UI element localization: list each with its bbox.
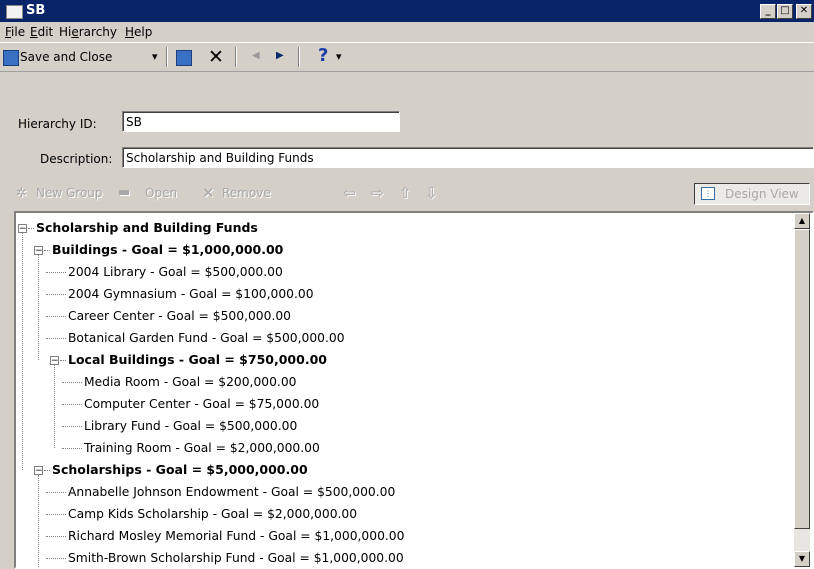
- vertical-scrollbar[interactable]: ▲ ▼: [794, 213, 810, 567]
- tree-collapse-toggle[interactable]: −: [18, 224, 27, 234]
- hierarchy-id-label: Hierarchy ID:: [18, 117, 97, 131]
- tree-connector: [44, 470, 50, 471]
- menu-bar: File Edit Hierarchy Help: [0, 22, 814, 43]
- tree-node[interactable]: Buildings - Goal = $1,000,000.00: [52, 239, 283, 261]
- remove-icon: ✕: [202, 184, 215, 202]
- tree-connector: [60, 360, 66, 361]
- delete-button[interactable]: ✕: [208, 46, 224, 68]
- toolbar-separator: [166, 47, 168, 67]
- tree-connector: [46, 316, 66, 317]
- tree-guide-line: [54, 365, 55, 448]
- tree-connector: [46, 338, 66, 339]
- tree-node[interactable]: Training Room - Goal = $2,000,000.00: [84, 437, 320, 459]
- tree-collapse-toggle[interactable]: −: [50, 356, 59, 366]
- design-view-label: Design View: [725, 187, 799, 201]
- tree-node[interactable]: Annabelle Johnson Endowment - Goal = $50…: [68, 481, 395, 503]
- hierarchy-id-field[interactable]: SB: [122, 111, 400, 132]
- tree-node[interactable]: Computer Center - Goal = $75,000.00: [84, 393, 319, 415]
- help-dropdown-arrow[interactable]: ▾: [336, 50, 342, 63]
- tree-guide-line: [38, 255, 39, 360]
- tree-connector: [46, 536, 66, 537]
- toolbar-separator: [298, 47, 300, 67]
- group-toolbar: ✲ New Group ▬ Open ✕ Remove ⇦ ⇨ ⇧ ⇩: [0, 180, 814, 208]
- help-button[interactable]: ?: [318, 45, 328, 66]
- tree-connector: [46, 514, 66, 515]
- tree-node[interactable]: Smith-Brown Scholarship Fund - Goal = $1…: [68, 547, 404, 567]
- menu-help[interactable]: Help: [125, 25, 152, 39]
- tree-connector: [46, 558, 66, 559]
- maximize-button[interactable]: □: [777, 4, 793, 19]
- move-down-button[interactable]: ⇩: [425, 184, 438, 202]
- title-bar: SB _ □ ✕: [0, 0, 814, 22]
- tree-node[interactable]: Local Buildings - Goal = $750,000.00: [68, 349, 327, 371]
- toolbar-separator: [235, 47, 237, 67]
- tree-node[interactable]: 2004 Library - Goal = $500,000.00: [68, 261, 283, 283]
- design-view-button[interactable]: ⋮ Design View: [694, 183, 810, 205]
- tree-node[interactable]: Camp Kids Scholarship - Goal = $2,000,00…: [68, 503, 357, 525]
- tree-node[interactable]: Scholarships - Goal = $5,000,000.00: [52, 459, 308, 481]
- tree-node[interactable]: Richard Mosley Memorial Fund - Goal = $1…: [68, 525, 404, 547]
- tree-node[interactable]: Media Room - Goal = $200,000.00: [84, 371, 296, 393]
- open-button[interactable]: Open: [145, 186, 177, 200]
- next-record-button[interactable]: ▶: [276, 50, 284, 61]
- scroll-down-button[interactable]: ▼: [794, 551, 810, 567]
- tree-connector: [46, 294, 66, 295]
- scroll-up-button[interactable]: ▲: [794, 213, 810, 229]
- tree-connector: [46, 272, 66, 273]
- move-left-button[interactable]: ⇦: [343, 184, 356, 202]
- minimize-button[interactable]: _: [760, 4, 776, 19]
- tree-collapse-toggle[interactable]: −: [34, 466, 43, 476]
- scroll-thumb[interactable]: [794, 229, 810, 529]
- remove-button[interactable]: Remove: [222, 186, 271, 200]
- tree-connector: [46, 492, 66, 493]
- new-group-icon: ✲: [16, 186, 27, 201]
- open-folder-icon: ▬: [118, 185, 131, 200]
- menu-file[interactable]: File: [5, 25, 25, 39]
- menu-edit[interactable]: Edit: [30, 25, 53, 39]
- design-view-icon: ⋮: [701, 187, 715, 200]
- tree-node[interactable]: Career Center - Goal = $500,000.00: [68, 305, 291, 327]
- tree-connector: [28, 228, 34, 229]
- close-window-button[interactable]: ✕: [796, 4, 812, 19]
- tree-collapse-toggle[interactable]: −: [34, 246, 43, 256]
- tree-node[interactable]: 2004 Gymnasium - Goal = $100,000.00: [68, 283, 314, 305]
- menu-hierarchy[interactable]: Hierarchy: [59, 25, 117, 39]
- tree-connector: [62, 382, 82, 383]
- tree-node[interactable]: Library Fund - Goal = $500,000.00: [84, 415, 297, 437]
- save-button[interactable]: [176, 50, 192, 66]
- tree-connector: [44, 250, 50, 251]
- save-dropdown-arrow[interactable]: ▾: [152, 50, 158, 63]
- save-icon: [3, 50, 19, 66]
- tree-node[interactable]: Scholarship and Building Funds: [36, 217, 258, 239]
- previous-record-button[interactable]: ◀: [252, 50, 260, 61]
- window-title: SB: [26, 3, 46, 18]
- app-icon: [6, 5, 23, 19]
- tree-connector: [62, 404, 82, 405]
- tree-connector: [62, 426, 82, 427]
- tree-connector: [62, 448, 82, 449]
- new-group-button[interactable]: New Group: [36, 186, 103, 200]
- tree-node[interactable]: Botanical Garden Fund - Goal = $500,000.…: [68, 327, 345, 349]
- tree-guide-line: [38, 475, 39, 567]
- move-right-button[interactable]: ⇨: [371, 184, 384, 202]
- main-toolbar: Save and Close ▾ ✕ ◀ ▶ ? ▾: [0, 43, 814, 72]
- hierarchy-tree[interactable]: Scholarship and Building Funds − Buildings…: [14, 211, 814, 569]
- description-label: Description:: [40, 152, 113, 166]
- save-and-close-label: Save and Close: [20, 50, 113, 64]
- tree-guide-line: [22, 233, 23, 470]
- move-up-button[interactable]: ⇧: [399, 184, 412, 202]
- description-field[interactable]: Scholarship and Building Funds: [122, 147, 814, 168]
